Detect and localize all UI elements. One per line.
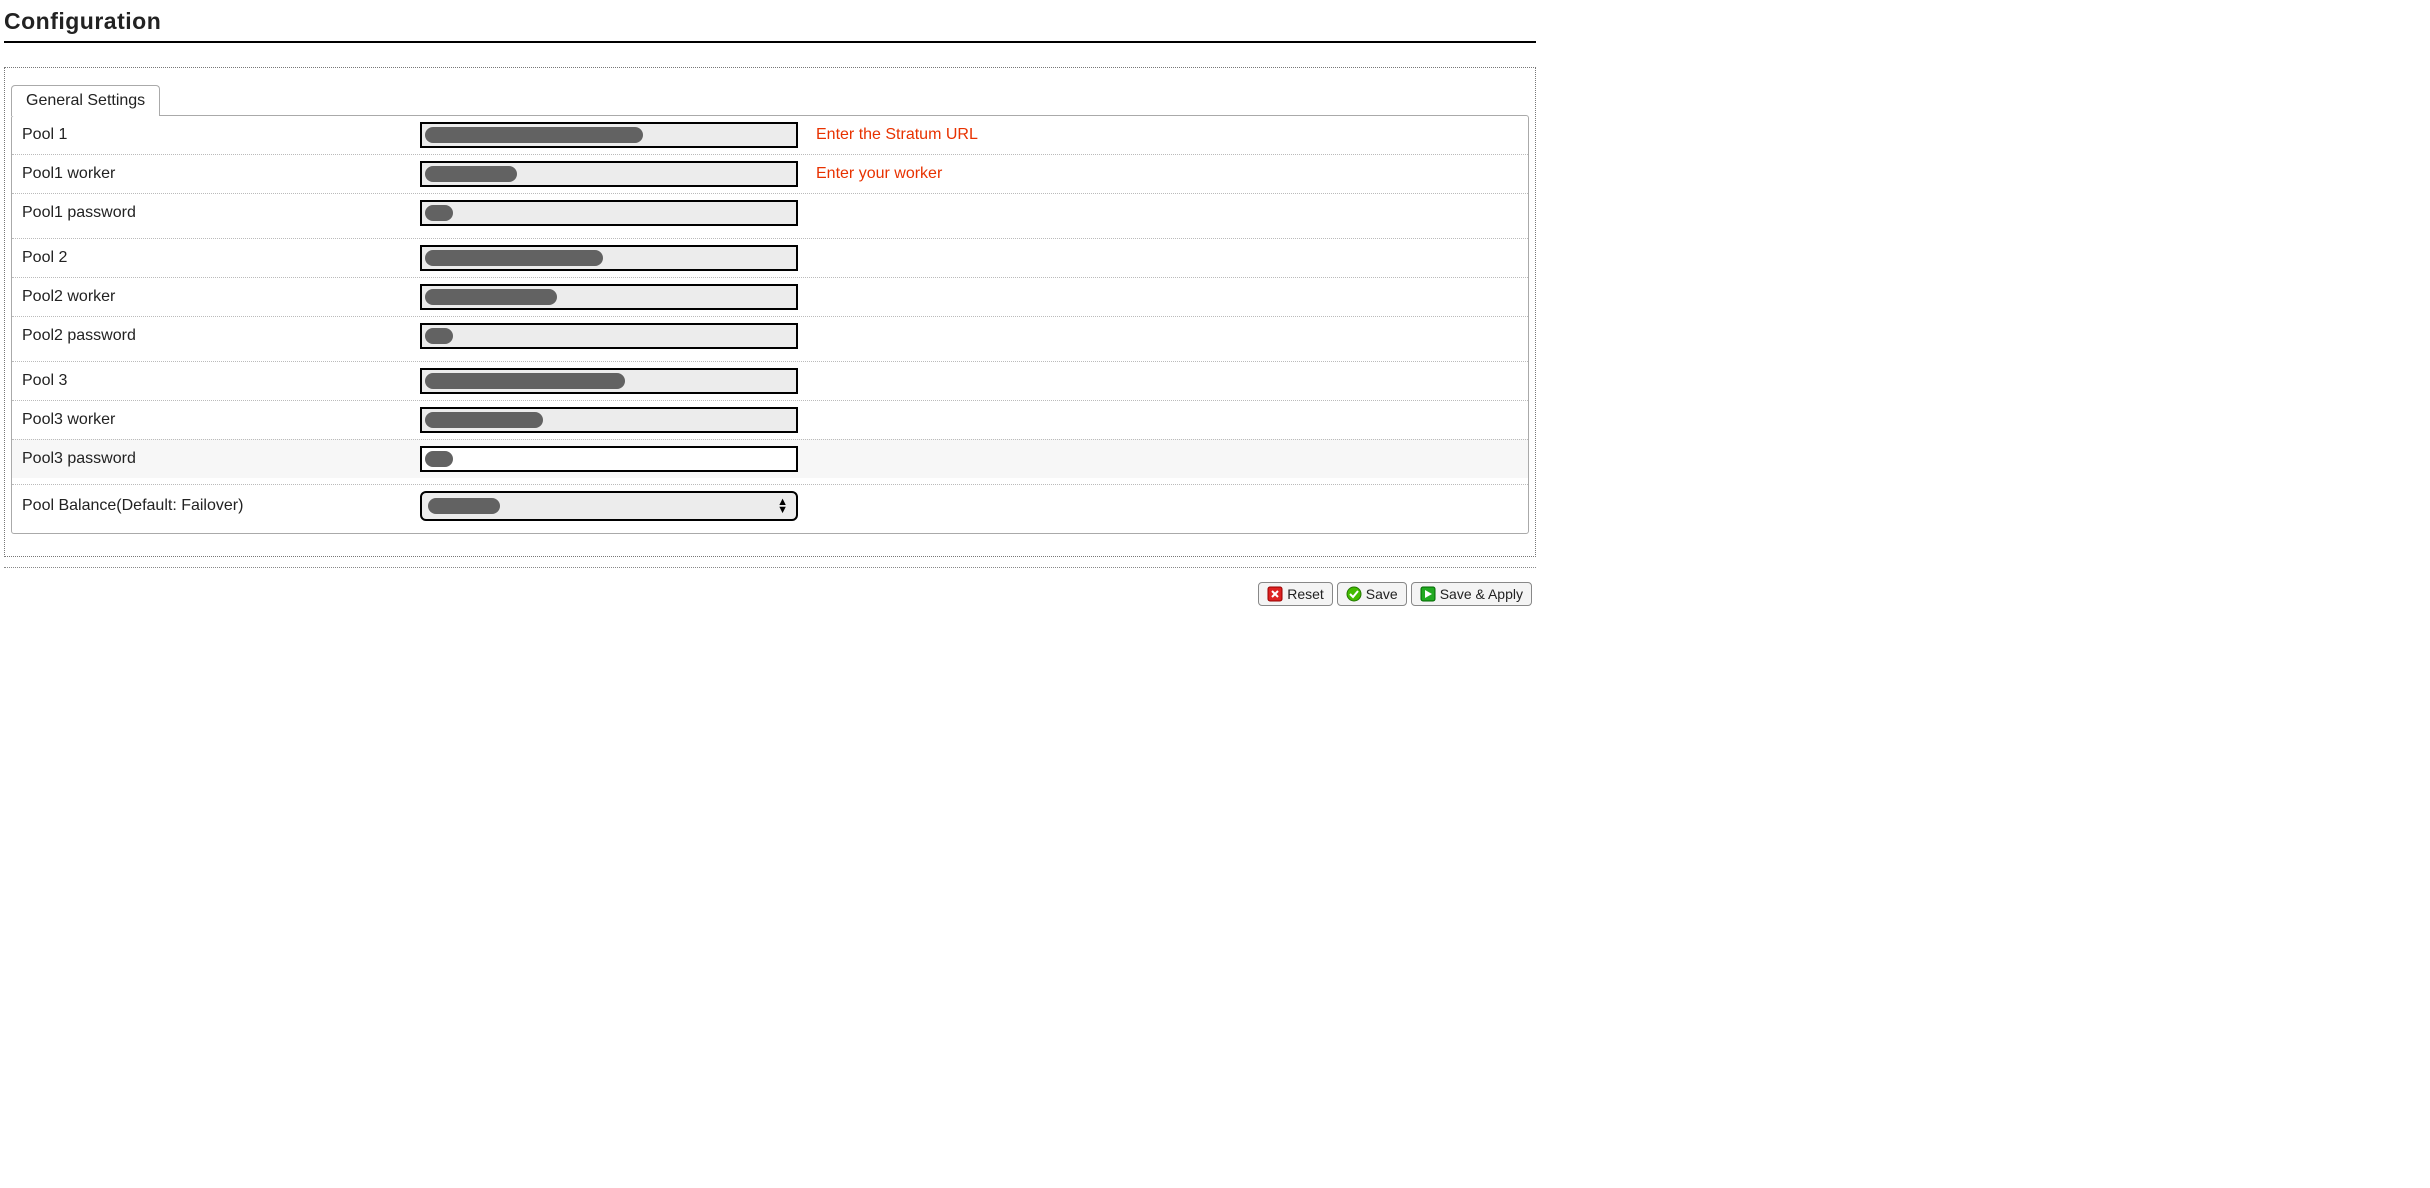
page-title: Configuration xyxy=(4,6,1536,43)
input-pool2-password[interactable] xyxy=(420,323,798,349)
label-pool2-password: Pool2 password xyxy=(22,327,420,345)
label-pool3-worker: Pool3 worker xyxy=(22,411,420,429)
input-pool1-url[interactable] xyxy=(420,122,798,148)
row-pool3-worker: Pool3 worker xyxy=(12,400,1528,439)
save-apply-button[interactable]: Save & Apply xyxy=(1411,582,1532,606)
hint-pool1: Enter the Stratum URL xyxy=(816,126,978,144)
reset-button[interactable]: Reset xyxy=(1258,582,1333,606)
input-pool3-worker[interactable] xyxy=(420,407,798,433)
redacted-value xyxy=(428,498,500,514)
redacted-value xyxy=(425,127,643,143)
input-pool3-url[interactable] xyxy=(420,368,798,394)
redacted-value xyxy=(425,373,625,389)
select-pool-balance[interactable]: ▲▼ xyxy=(420,491,798,521)
redacted-value xyxy=(425,412,543,428)
tab-general-settings[interactable]: General Settings xyxy=(11,85,160,116)
config-panel: General Settings Pool 1 Enter the Stratu… xyxy=(4,67,1536,557)
chevron-updown-icon: ▲▼ xyxy=(777,498,788,514)
save-button[interactable]: Save xyxy=(1337,582,1407,606)
input-pool1-password[interactable] xyxy=(420,200,798,226)
label-pool3-password: Pool3 password xyxy=(22,450,420,468)
input-pool3-password[interactable] xyxy=(420,446,798,472)
apply-icon xyxy=(1420,586,1436,602)
label-pool2-worker: Pool2 worker xyxy=(22,288,420,306)
input-pool2-url[interactable] xyxy=(420,245,798,271)
redacted-value xyxy=(425,328,453,344)
label-pool1: Pool 1 xyxy=(22,126,420,144)
redacted-value xyxy=(425,451,453,467)
save-label: Save xyxy=(1366,586,1398,602)
row-pool3-password: Pool3 password xyxy=(12,439,1528,478)
row-pool2-password: Pool2 password xyxy=(12,316,1528,355)
settings-fieldset: Pool 1 Enter the Stratum URL Pool1 worke… xyxy=(11,115,1529,534)
reset-label: Reset xyxy=(1287,586,1324,602)
label-pool2: Pool 2 xyxy=(22,249,420,267)
check-icon xyxy=(1346,586,1362,602)
row-pool1-worker: Pool1 worker Enter your worker xyxy=(12,154,1528,193)
row-pool3: Pool 3 xyxy=(12,361,1528,400)
redacted-value xyxy=(425,166,517,182)
input-pool2-worker[interactable] xyxy=(420,284,798,310)
label-pool3: Pool 3 xyxy=(22,372,420,390)
redacted-value xyxy=(425,289,557,305)
label-pool1-worker: Pool1 worker xyxy=(22,165,420,183)
input-pool1-worker[interactable] xyxy=(420,161,798,187)
redacted-value xyxy=(425,250,603,266)
tabbar: General Settings xyxy=(11,84,1529,115)
label-pool-balance: Pool Balance(Default: Failover) xyxy=(22,497,420,515)
footer-actions: Reset Save Save & Apply xyxy=(4,567,1536,610)
row-pool2: Pool 2 xyxy=(12,238,1528,277)
save-apply-label: Save & Apply xyxy=(1440,586,1523,602)
label-pool1-password: Pool1 password xyxy=(22,204,420,222)
cancel-icon xyxy=(1267,586,1283,602)
redacted-value xyxy=(425,205,453,221)
row-pool2-worker: Pool2 worker xyxy=(12,277,1528,316)
row-pool1-password: Pool1 password xyxy=(12,193,1528,232)
hint-pool1-worker: Enter your worker xyxy=(816,165,942,183)
row-pool1: Pool 1 Enter the Stratum URL xyxy=(12,116,1528,154)
row-pool-balance: Pool Balance(Default: Failover) ▲▼ xyxy=(12,484,1528,533)
